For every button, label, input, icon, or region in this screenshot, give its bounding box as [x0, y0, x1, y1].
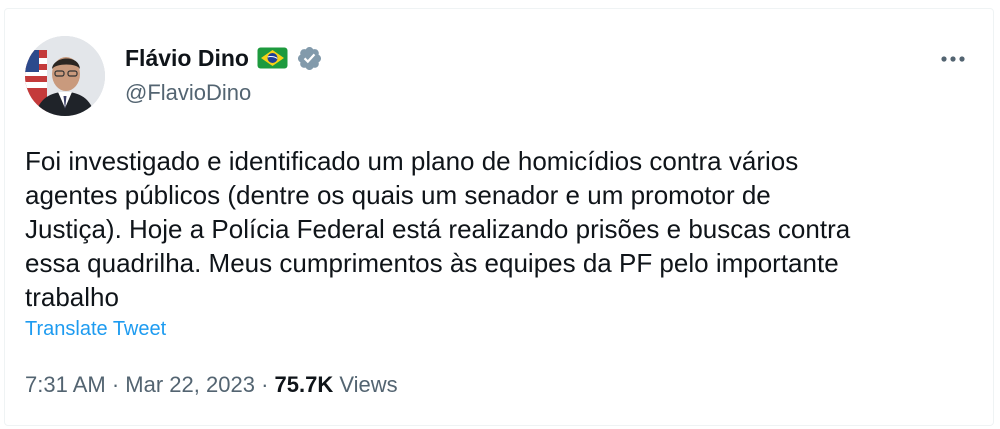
tweet-meta: 7:31 AM · Mar 22, 2023 · 75.7K Views [25, 372, 398, 398]
tweet-text-line: essa quadrilha. Meus cumprimentos às equ… [25, 248, 839, 278]
views-count[interactable]: 75.7K [275, 372, 334, 397]
views-label: Views [339, 372, 398, 397]
avatar[interactable] [25, 36, 105, 116]
author-name[interactable]: Flávio Dino [125, 45, 249, 72]
avatar-photo [25, 36, 105, 116]
more-dots-icon [941, 56, 965, 62]
tweet-text: Foi investigado e identificado um plano … [25, 144, 970, 314]
verified-badge-icon[interactable] [296, 45, 323, 72]
tweet-text-line: Foi investigado e identificado um plano … [25, 146, 799, 176]
author-handle[interactable]: @FlavioDino [125, 80, 251, 106]
more-options-button[interactable] [938, 44, 968, 74]
tweet-date[interactable]: Mar 22, 2023 [125, 372, 255, 397]
tweet-text-line: trabalho [25, 282, 119, 312]
translate-tweet-link[interactable]: Translate Tweet [25, 318, 166, 341]
tweet-time[interactable]: 7:31 AM [25, 372, 106, 397]
tweet-text-line: Justiça). Hoje a Polícia Federal está re… [25, 214, 851, 244]
tweet-text-line: agentes públicos (dentre os quais um sen… [25, 180, 771, 210]
brazil-flag-icon [257, 47, 288, 69]
author-name-row: Flávio Dino [125, 43, 323, 73]
meta-separator: · [111, 372, 120, 397]
meta-separator: · [261, 372, 269, 397]
